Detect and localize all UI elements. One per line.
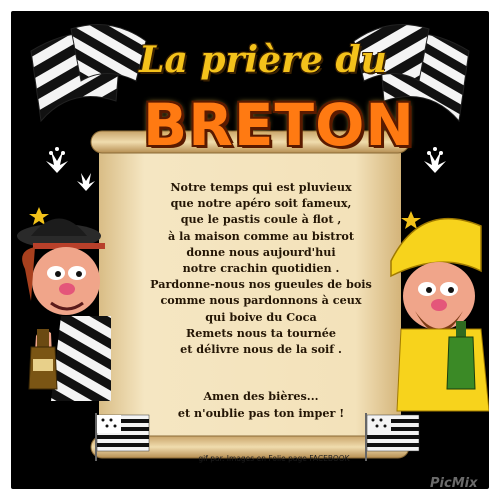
poster: La prière du BRETON Notre temps qui est … <box>11 11 489 489</box>
credit-text: gif par. Images en Folie page FACEBOOK <box>198 454 350 463</box>
title-line-2: BRETON <box>143 91 415 159</box>
title-line-1: La prière du <box>139 39 387 81</box>
prayer-text: Notre temps qui est pluvieux que notre ap… <box>133 179 389 357</box>
text-line: à la maison comme au bistrot <box>168 228 354 243</box>
text-line: notre crachin quotidien . <box>182 261 340 276</box>
text-line: qui boive du Coca <box>205 309 317 324</box>
ermine-icon <box>46 147 95 191</box>
picmix-watermark: PicMix <box>430 476 478 491</box>
prayer-closing: Amen des bières... et n'oublie pas ton im… <box>133 388 389 421</box>
text-line: Remets nous ta tournée <box>186 325 336 340</box>
text-line: donne nous aujourd'hui <box>186 244 336 259</box>
text-line: que notre apéro soit fameux, <box>170 196 352 211</box>
text-line: Pardonne-nous nos gueules de bois <box>150 277 372 292</box>
text-line: Notre temps qui est pluvieux <box>170 180 352 194</box>
page-frame: La prière du BRETON Notre temps qui est … <box>0 0 500 500</box>
text-line: Amen des bières... <box>203 389 319 403</box>
text-line: et délivre nous de la soif . <box>180 342 342 357</box>
text-line: que le pastis coule à flot , <box>180 212 342 227</box>
text-line: comme nous pardonnons à ceux <box>160 293 362 308</box>
text-line: et n'oublie pas ton imper ! <box>177 405 345 420</box>
bottle-icon <box>28 329 58 390</box>
